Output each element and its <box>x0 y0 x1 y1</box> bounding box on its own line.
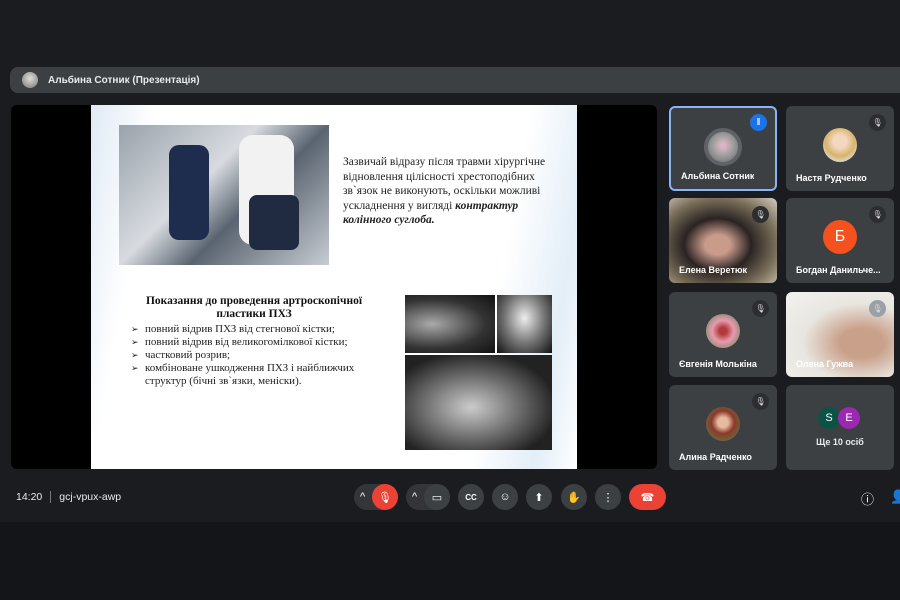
speaking-icon: ⦀ <box>750 114 767 131</box>
mic-off-icon: 🎙︎ <box>378 491 392 504</box>
avatar: E <box>838 407 860 429</box>
participant-tile[interactable]: 🎙︎ Євгенія Молькіна <box>669 292 777 377</box>
present-button[interactable]: ⬆ <box>526 484 552 510</box>
more-participants-label: Ще 10 осіб <box>816 437 864 447</box>
camera-toggle-button[interactable]: ▭ <box>424 484 450 510</box>
participant-name: Настя Рудченко <box>796 173 867 183</box>
avatar: S <box>818 407 840 429</box>
mic-off-icon: 🎙︎ <box>752 206 769 223</box>
participant-name: Богдан Данильче... <box>796 265 881 275</box>
captions-button[interactable]: CC <box>458 484 484 510</box>
slide: Зазвичай відразу після травми хірургічне… <box>91 105 577 469</box>
emoji-icon: ☺ <box>499 491 511 503</box>
divider <box>50 491 52 503</box>
slide-heading: Показання до проведення артроскопічної п… <box>145 295 363 320</box>
present-screen-icon: ⬆ <box>534 491 544 504</box>
mic-off-icon: 🎙︎ <box>752 300 769 317</box>
participant-name: Алина Радченко <box>679 452 752 462</box>
mic-off-icon: 🎙︎ <box>869 300 886 317</box>
control-bar: 14:20 gcj-vpux-awp ^ 🎙︎ ^ ▭ CC ☺ ⬆ ✋ ⋮ ☎… <box>0 478 900 516</box>
more-vert-icon: ⋮ <box>602 491 614 504</box>
participant-tile[interactable]: Б 🎙︎ Богдан Данильче... <box>786 198 894 283</box>
xray-image <box>405 295 495 353</box>
xray-image <box>405 355 552 450</box>
avatar <box>706 314 740 348</box>
bullet-item: частковий розрив; <box>131 349 391 362</box>
captions-icon: CC <box>465 492 477 502</box>
participant-tile[interactable]: 🎙︎ Елена Веретюк <box>669 198 777 283</box>
avatar <box>704 128 742 166</box>
meeting-code: gcj-vpux-awp <box>59 491 122 503</box>
more-participants-tile[interactable]: S E Ще 10 осіб <box>786 385 894 470</box>
mic-off-icon: 🎙︎ <box>752 393 769 410</box>
hang-up-icon: ☎ <box>640 491 655 504</box>
bottom-area <box>0 522 900 600</box>
slide-photo <box>119 125 329 265</box>
meeting-time: 14:20 <box>16 491 43 503</box>
chevron-up-icon: ^ <box>360 491 366 503</box>
raise-hand-button[interactable]: ✋ <box>561 484 587 510</box>
presentation-title: Альбина Сотник (Презентація) <box>48 74 200 86</box>
camera-off-icon: ▭ <box>431 491 443 504</box>
slide-bullets: повний відрив ПХЗ від стегнової кістки; … <box>131 323 391 388</box>
xray-image <box>497 295 552 353</box>
participant-tile[interactable]: 🎙︎ Настя Рудченко <box>786 106 894 191</box>
participant-name: Елена Веретюк <box>679 265 748 275</box>
presentation-stage: Зазвичай відразу після травми хірургічне… <box>11 105 657 469</box>
microphone-toggle-button[interactable]: 🎙︎ <box>372 484 398 510</box>
hand-icon: ✋ <box>567 491 581 504</box>
avatar: Б <box>823 220 857 254</box>
participant-name: Олена Гужва <box>796 359 854 369</box>
avatar <box>706 407 740 441</box>
participant-tile[interactable]: 🎙︎ Алина Радченко <box>669 385 777 470</box>
participant-tile[interactable]: 🎙︎ Олена Гужва <box>786 292 894 377</box>
participant-name: Альбина Сотник <box>681 171 755 181</box>
reactions-button[interactable]: ☺ <box>492 484 518 510</box>
mic-off-icon: 🎙︎ <box>869 206 886 223</box>
bullet-item: повний відрив ПХЗ від стегнової кістки; <box>131 323 391 336</box>
top-area <box>0 0 900 60</box>
slide-paragraph: Зазвичай відразу після травми хірургічне… <box>343 156 546 226</box>
info-icon[interactable]: ⓘ <box>861 489 874 508</box>
bullet-item: комбіноване ушкодження ПХЗ і найближчих … <box>131 362 391 388</box>
people-icon[interactable]: 👤 <box>890 489 900 505</box>
bullet-item: повний відрив від великогомілкової кістк… <box>131 336 391 349</box>
participant-tile[interactable]: ⦀ Альбина Сотник <box>669 106 777 191</box>
leave-call-button[interactable]: ☎ <box>629 484 666 510</box>
avatar <box>823 128 857 162</box>
presenter-avatar <box>22 72 38 88</box>
presentation-bar: Альбина Сотник (Презентація) <box>10 67 900 93</box>
chevron-up-icon: ^ <box>412 491 418 503</box>
mic-off-icon: 🎙︎ <box>869 114 886 131</box>
more-options-button[interactable]: ⋮ <box>595 484 621 510</box>
participant-name: Євгенія Молькіна <box>679 359 757 369</box>
